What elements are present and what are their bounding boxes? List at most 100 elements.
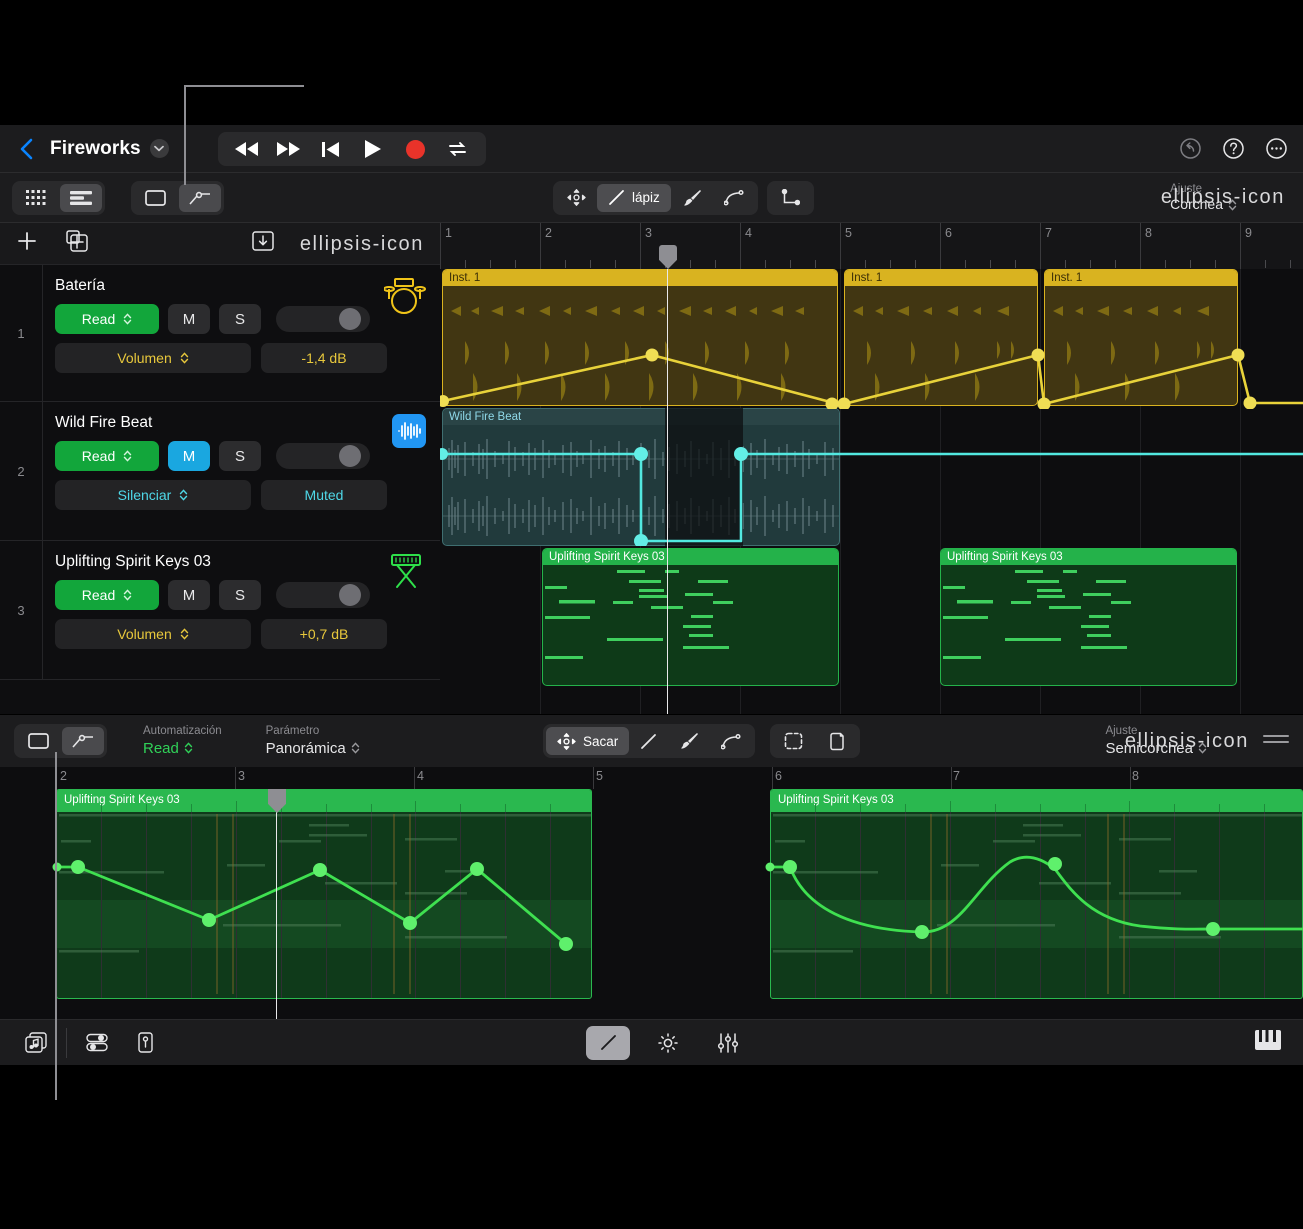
track-name: Batería	[55, 277, 105, 294]
toolbar-more-button[interactable]: ellipsis-icon	[1161, 187, 1285, 207]
track-row[interactable]: 2 Wild Fire Beat Read M S Silenciar Mute…	[0, 402, 440, 541]
region-uplifting-spirit-keys[interactable]: Uplifting Spirit Keys 03	[940, 548, 1237, 686]
editor-copy-button[interactable]	[817, 727, 857, 755]
audio-waveform-display	[443, 439, 839, 536]
editor-tool-brush[interactable]	[668, 727, 710, 755]
chevron-down-icon[interactable]	[149, 139, 169, 158]
tracks-view-button[interactable]	[60, 183, 102, 212]
region-wild-fire-beat[interactable]: Wild Fire Beat	[442, 408, 840, 546]
mute-button[interactable]: M	[168, 304, 210, 334]
region-inst-1[interactable]: Inst. 1	[1044, 269, 1238, 406]
tool-pencil-label: lápiz	[632, 190, 660, 205]
solo-button[interactable]: S	[219, 441, 261, 471]
mixer-button[interactable]	[75, 1026, 119, 1060]
editor-parameter-selector[interactable]: Parámetro Panorámica	[266, 724, 360, 758]
mute-button[interactable]: M	[168, 580, 210, 610]
ruler-ticks	[465, 260, 1291, 268]
edit-mode-group	[131, 180, 224, 215]
record-button[interactable]	[394, 132, 436, 166]
more-options-button[interactable]	[1266, 138, 1287, 164]
help-button[interactable]	[1223, 138, 1244, 164]
editor-more-button[interactable]: ellipsis-icon	[1125, 731, 1249, 751]
region-inst-1[interactable]: Inst. 1	[844, 269, 1038, 406]
track-headers-panel: ellipsis-icon 1 Batería Read M S Volumen…	[0, 223, 440, 714]
region-mode-button[interactable]	[134, 184, 176, 212]
timeline-ruler[interactable]: 1 2 3 4 5 6 7 8 9	[440, 223, 1303, 269]
undo-button[interactable]	[1180, 138, 1201, 164]
editor-parameter-value: Panorámica	[265, 739, 346, 757]
automation-mode-label: Read	[81, 448, 116, 464]
track-panel-more-button[interactable]: ellipsis-icon	[300, 234, 424, 254]
region-inst-1[interactable]: Inst. 1	[442, 269, 838, 406]
automation-mode-selector[interactable]: Read	[55, 441, 159, 471]
editor-marquee-button[interactable]	[773, 727, 814, 755]
tools-group: lápiz	[553, 180, 758, 215]
arrange-area[interactable]: 1 2 3 4 5 6 7 8 9 Inst. 1 Inst. 1 Inst. …	[440, 223, 1303, 714]
region-waveform	[853, 306, 1014, 401]
solo-button[interactable]: S	[219, 580, 261, 610]
drum-kit-icon[interactable]	[383, 277, 426, 320]
midi-notes-display	[545, 570, 733, 659]
pan-slider[interactable]	[276, 306, 370, 332]
parameter-selector[interactable]: Silenciar	[55, 480, 251, 510]
tool-move[interactable]	[556, 184, 597, 212]
track-row[interactable]: 1 Batería Read M S Volumen -1,4 dB	[0, 265, 440, 402]
editor-ruler[interactable]: 2 3 4 5 6 7 8	[0, 767, 1303, 789]
editor-tool-curve[interactable]	[710, 727, 752, 755]
automation-mode-label: Read	[81, 587, 116, 603]
drag-grip-icon[interactable]	[1263, 735, 1289, 743]
editor-canvas[interactable]: 2 3 4 5 6 7 8 Uplifting Spirit Keys 03 U…	[0, 767, 1303, 1019]
automation-mode-selector[interactable]: Read	[55, 580, 159, 610]
cycle-button[interactable]	[436, 132, 478, 166]
import-button[interactable]	[252, 231, 274, 256]
editor-tool-pencil[interactable]	[629, 727, 668, 755]
editor-region-1-notes	[59, 812, 591, 998]
tool-line[interactable]	[770, 184, 811, 212]
editor-playhead	[276, 789, 277, 1019]
solo-button[interactable]: S	[219, 304, 261, 334]
track-row[interactable]: 3 Uplifting Spirit Keys 03 Read M S Volu…	[0, 541, 440, 680]
rewind-button[interactable]	[226, 132, 268, 166]
editor-region-mode-button[interactable]	[17, 727, 59, 755]
add-track-button[interactable]	[16, 230, 38, 257]
automation-mode-button[interactable]	[179, 183, 221, 212]
parameter-label: Silenciar	[117, 487, 172, 503]
audio-waveform-icon[interactable]	[392, 414, 426, 453]
editor-toolbar: Automatización Read Parámetro Panorámica	[0, 715, 1303, 767]
project-title: Fireworks	[50, 137, 141, 159]
parameter-selector[interactable]: Volumen	[55, 343, 251, 373]
region-uplifting-spirit-keys[interactable]: Uplifting Spirit Keys 03	[542, 548, 839, 686]
editor-region-2[interactable]: Uplifting Spirit Keys 03	[770, 789, 1303, 999]
controls-toggle[interactable]	[706, 1026, 750, 1060]
play-button[interactable]	[352, 132, 394, 166]
go-to-beginning-button[interactable]	[310, 132, 352, 166]
loops-browser-button[interactable]	[14, 1026, 58, 1060]
fast-forward-button[interactable]	[268, 132, 310, 166]
editor-tool-pull[interactable]: Sacar	[546, 727, 630, 755]
plugin-button[interactable]	[123, 1026, 167, 1060]
editor-automation-selector[interactable]: Automatización Read	[143, 724, 222, 758]
quick-help-toggle[interactable]	[646, 1026, 690, 1060]
editor-region-1[interactable]: Uplifting Spirit Keys 03	[56, 789, 592, 999]
parameter-value[interactable]: -1,4 dB	[261, 343, 387, 373]
pan-slider[interactable]	[276, 582, 370, 608]
parameter-value[interactable]: +0,7 dB	[261, 619, 387, 649]
duplicate-track-button[interactable]	[66, 230, 88, 257]
pan-slider[interactable]	[276, 443, 370, 469]
mute-button[interactable]: M	[168, 441, 210, 471]
parameter-selector[interactable]: Volumen	[55, 619, 251, 649]
tool-brush[interactable]	[671, 184, 713, 212]
back-button[interactable]	[18, 136, 36, 162]
tool-pencil[interactable]: lápiz	[597, 183, 671, 212]
region-title: Inst. 1	[845, 270, 1037, 286]
browser-view-button[interactable]	[15, 184, 57, 212]
parameter-label: Volumen	[117, 626, 172, 642]
callout-line-bottom	[55, 1040, 57, 1100]
editor-automation-mode-button[interactable]	[62, 727, 104, 755]
automation-mode-selector[interactable]: Read	[55, 304, 159, 334]
editor-pencil-toggle[interactable]	[586, 1025, 630, 1060]
keyboard-button[interactable]	[1255, 1030, 1281, 1055]
keyboard-stand-icon[interactable]	[386, 553, 426, 594]
tool-curve[interactable]	[713, 184, 755, 212]
parameter-value[interactable]: Muted	[261, 480, 387, 510]
